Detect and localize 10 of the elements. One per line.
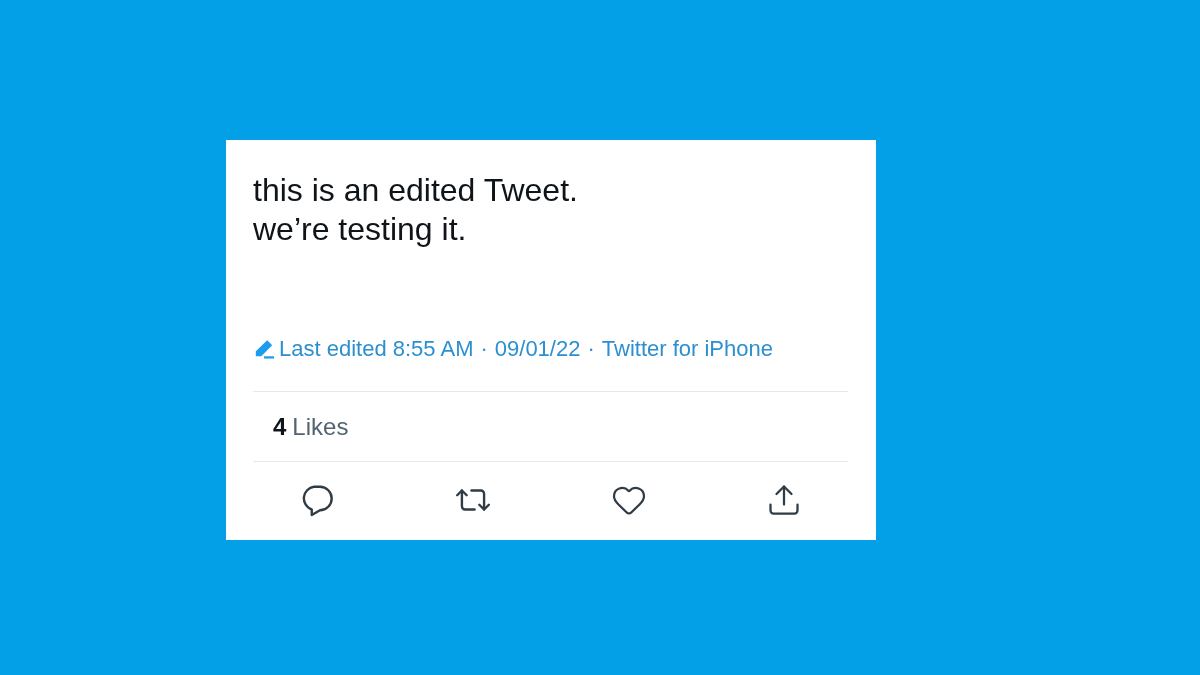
source-link[interactable]: Twitter for iPhone — [601, 336, 773, 362]
edit-history-link[interactable]: Last edited 8:55 AM — [279, 336, 474, 362]
meta-separator: · — [587, 336, 595, 362]
likes-count: 4 — [273, 411, 287, 442]
pencil-icon — [253, 339, 275, 359]
share-icon[interactable] — [766, 482, 802, 518]
date-link[interactable]: 09/01/22 — [494, 336, 581, 362]
likes-label: Likes — [292, 411, 349, 442]
tweet-text: this is an edited Tweet. we’re testing it. — [253, 171, 578, 249]
meta-separator: · — [480, 336, 488, 362]
